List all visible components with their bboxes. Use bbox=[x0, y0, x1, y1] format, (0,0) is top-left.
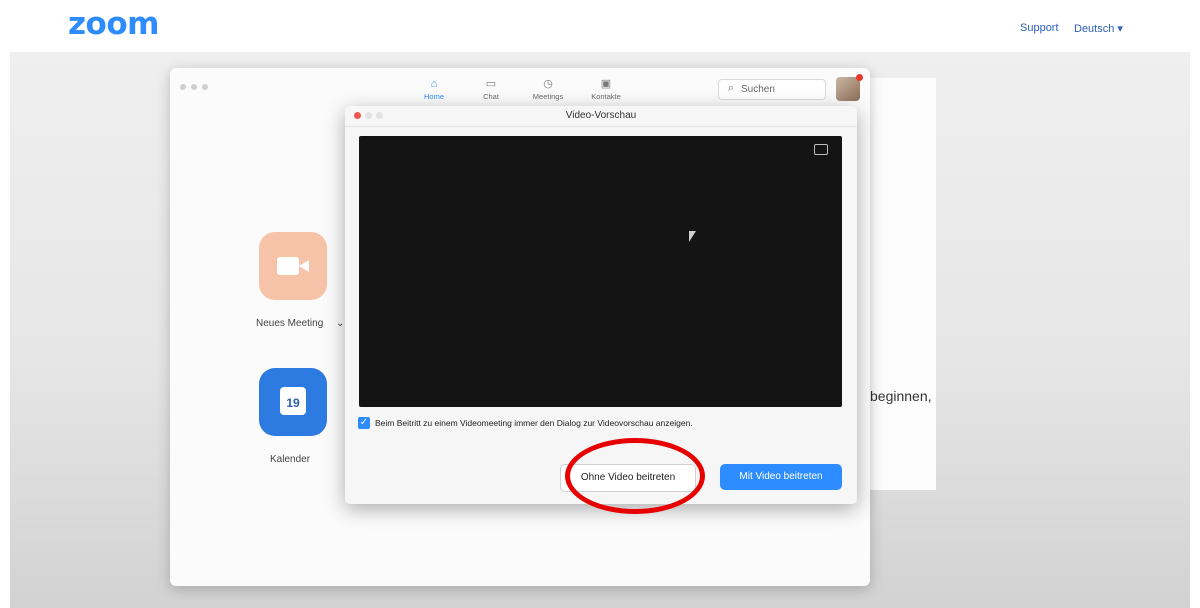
annotation-highlight-circle bbox=[565, 438, 705, 514]
avatar[interactable] bbox=[836, 74, 863, 101]
zoom-logo[interactable]: zoom bbox=[68, 6, 159, 42]
nav-tab-chat[interactable]: ▭ Chat bbox=[465, 76, 517, 101]
video-camera-lens-icon bbox=[299, 260, 309, 272]
calendar-button[interactable]: 19 bbox=[259, 368, 327, 436]
window-zoom-button[interactable] bbox=[202, 84, 208, 90]
support-link[interactable]: Support bbox=[1020, 22, 1059, 34]
nav-tab-label: Home bbox=[423, 92, 444, 101]
chevron-down-icon[interactable]: ⌄ bbox=[336, 318, 344, 329]
calendar-label: Kalender bbox=[270, 454, 311, 465]
nav-tab-home[interactable]: ⌂ Home bbox=[408, 76, 460, 101]
calendar-day: 19 bbox=[286, 396, 300, 410]
background-text: beginnen, bbox=[870, 388, 932, 404]
always-show-preview-checkbox[interactable]: ✓ bbox=[358, 417, 370, 429]
always-show-preview-label: Beim Beitritt zu einem Videomeeting imme… bbox=[375, 418, 693, 428]
nav-tab-kontakte[interactable]: ▣ Kontakte bbox=[580, 76, 632, 101]
dialog-title: Video-Vorschau bbox=[565, 110, 637, 121]
dialog-titlebar: Video-Vorschau bbox=[345, 106, 857, 127]
switch-camera-icon[interactable] bbox=[814, 144, 828, 155]
mouse-cursor-icon bbox=[689, 231, 696, 242]
site-header: zoom Support Deutsch ▾ bbox=[0, 0, 1200, 52]
video-preview bbox=[359, 136, 842, 407]
nav-tab-meetings[interactable]: ◷ Meetings bbox=[522, 76, 574, 101]
join-with-video-button[interactable]: Mit Video beitreten bbox=[720, 464, 842, 490]
clock-icon: ◷ bbox=[543, 78, 553, 90]
contacts-icon: ▣ bbox=[600, 78, 612, 90]
notification-badge bbox=[856, 74, 863, 81]
search-input[interactable]: ⌕ Suchen bbox=[718, 79, 826, 100]
home-icon: ⌂ bbox=[430, 78, 438, 90]
search-icon: ⌕ bbox=[728, 82, 735, 94]
new-meeting-button[interactable] bbox=[259, 232, 327, 300]
window-close-button[interactable] bbox=[180, 84, 186, 90]
video-camera-icon bbox=[277, 257, 299, 275]
chat-icon: ▭ bbox=[485, 78, 497, 90]
window-minimize-button[interactable] bbox=[191, 84, 197, 90]
new-meeting-label: Neues Meeting bbox=[256, 318, 324, 329]
nav-tab-label: Chat bbox=[483, 92, 499, 101]
nav-tab-label: Meetings bbox=[532, 92, 564, 101]
language-dropdown[interactable]: Deutsch ▾ bbox=[1074, 22, 1123, 35]
nav-tab-label: Kontakte bbox=[591, 92, 621, 101]
calendar-icon: 19 bbox=[280, 387, 306, 415]
search-placeholder: Suchen bbox=[741, 84, 775, 95]
